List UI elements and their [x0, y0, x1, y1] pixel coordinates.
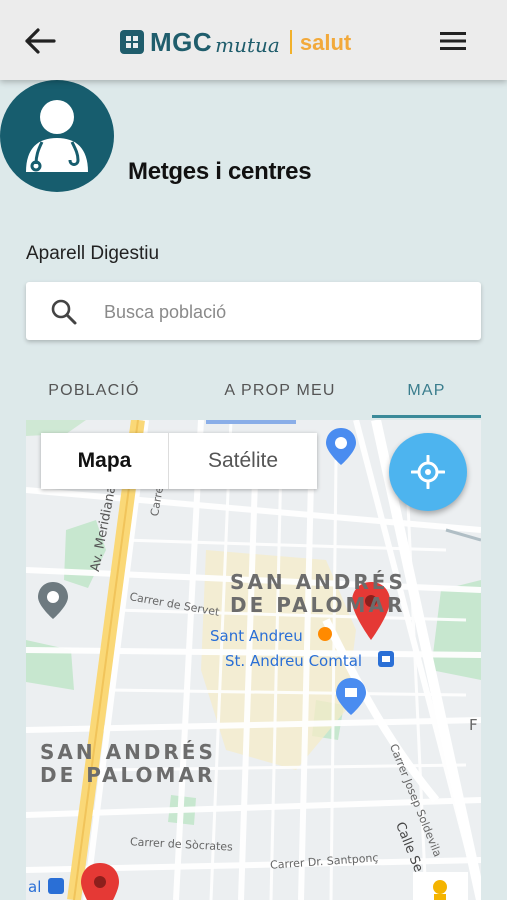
district-label-bottom-line1: SAN ANDRÉS: [40, 740, 216, 764]
tab-bar: POBLACIÓ A PROP MEU MAP: [26, 362, 481, 420]
station-label-partial: al: [28, 878, 42, 896]
map-type-map-button[interactable]: Mapa: [41, 433, 169, 489]
district-label-bottom: SAN ANDRÉS DE PALOMAR: [40, 741, 216, 787]
station-label-comtal: St. Andreu Comtal: [225, 652, 363, 670]
search-box: [26, 282, 481, 340]
district-label-bottom-line2: DE PALOMAR: [40, 763, 216, 787]
district-label-top-line1: SAN ANDRÉS: [230, 570, 406, 594]
district-label-top: SAN ANDRÉS DE PALOMAR: [230, 571, 406, 617]
station-label-sant-andreu: Sant Andreu: [210, 627, 303, 645]
tab-poblacio[interactable]: POBLACIÓ: [26, 362, 162, 420]
tab-a-prop-meu[interactable]: A PROP MEU: [202, 362, 358, 420]
tab-map[interactable]: MAP: [372, 362, 481, 420]
my-location-button[interactable]: [389, 433, 467, 511]
map-edge-letter: F: [469, 716, 478, 734]
search-input[interactable]: [102, 294, 466, 330]
logo-brand-text: MGC: [150, 26, 213, 57]
back-arrow-icon[interactable]: [22, 26, 58, 56]
logo-mark-icon: [120, 30, 144, 54]
logo-sub-text: mutua: [215, 32, 280, 57]
doctor-icon: [26, 100, 88, 172]
logo-product-text: salut: [299, 30, 352, 55]
hamburger-menu-icon[interactable]: [438, 28, 468, 54]
app-logo: MGC mutua salut: [120, 26, 351, 58]
map-type-satellite-button[interactable]: Satélite: [169, 433, 317, 489]
active-tab-indicator: [372, 415, 481, 418]
doctor-avatar: [0, 80, 114, 192]
app-bar: MGC mutua salut: [0, 0, 507, 80]
map-type-selector: Mapa Satélite: [41, 433, 317, 489]
crosshair-icon: [411, 455, 445, 489]
logo-separator: [289, 30, 292, 54]
search-icon: [51, 299, 77, 325]
district-label-top-line2: DE PALOMAR: [230, 593, 406, 617]
page-title: Metges i centres: [128, 158, 312, 185]
specialty-label: Aparell Digestiu: [26, 243, 160, 264]
